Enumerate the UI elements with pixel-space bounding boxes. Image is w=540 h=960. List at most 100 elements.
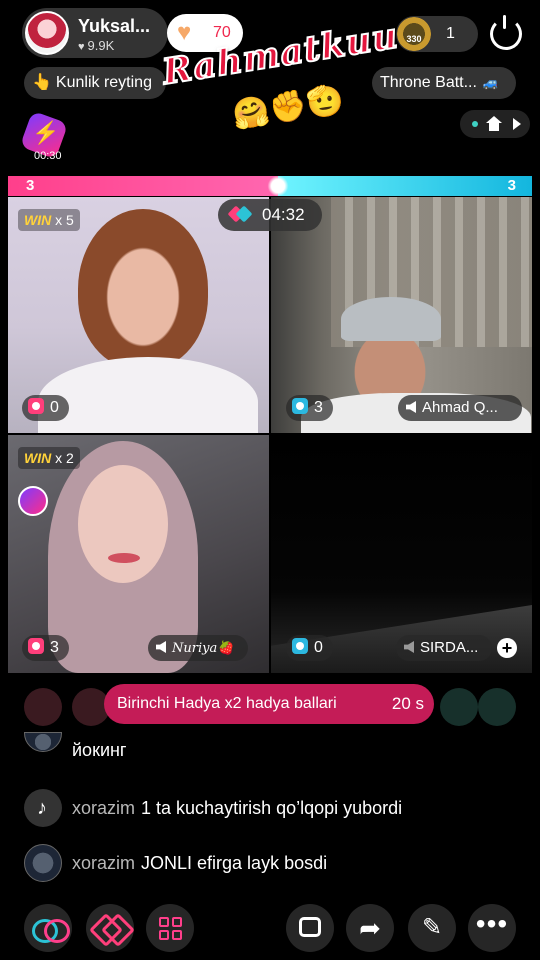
gift-icon [292, 398, 308, 414]
participant-lips [108, 553, 140, 563]
battle-spark-icon [267, 176, 289, 196]
chat-message: xorazim JONLI efirga layk bosdi [24, 844, 524, 884]
room-switch-button[interactable] [460, 110, 530, 138]
dot-icon [472, 121, 478, 127]
gift-count: 0 [314, 639, 323, 656]
host-likes-count: 9.9K [87, 38, 115, 53]
share-icon: ➦ [359, 913, 381, 943]
chat-text: xorazim 1 ta kuchaytirish qo’lqopi yubord… [72, 798, 402, 819]
chat-body: JONLI efirga layk bosdi [141, 853, 328, 873]
seat-icon[interactable] [478, 688, 516, 726]
heart-icon: ♥ [177, 19, 192, 46]
chat-message: йокинг [24, 732, 524, 772]
gift-icon [292, 638, 308, 654]
host-name: Yuksal... [78, 16, 151, 36]
pointing-hand-icon: 👆 [32, 74, 52, 91]
chat-body: 1 ta kuchaytirish qo’lqopi yubordi [141, 798, 403, 818]
battle-bar-left [8, 176, 278, 196]
score-right: 3 [507, 177, 516, 194]
chat-username[interactable]: xorazim [72, 798, 135, 818]
gift-icon [28, 638, 44, 654]
gift-icon [28, 398, 44, 414]
participant-name: Ahmad Q... [422, 399, 498, 416]
win-multiplier: x 5 [55, 212, 74, 228]
chat-username[interactable]: xorazim [72, 853, 135, 873]
promo-timer: 00:30 [34, 150, 62, 162]
win-label: WIN [24, 450, 52, 466]
participant-name: SIRDA... [420, 639, 479, 656]
speaker-icon [156, 641, 166, 653]
throne-battle-button[interactable]: Throne Batt... 🚙 [372, 67, 516, 99]
battle-score-bar: 3 3 [8, 176, 532, 196]
apps-icon [159, 917, 182, 940]
promo-button[interactable]: ⚡ 00:30 [19, 110, 70, 164]
play-icon [513, 118, 521, 130]
battle-timer: 04:32 [218, 199, 322, 231]
battle-button[interactable] [86, 904, 134, 952]
battle-timer-text: 04:32 [262, 205, 305, 224]
lightning-icon: ⚡ [32, 120, 60, 145]
daily-rating-button[interactable]: 👆 Kunlik reyting [24, 67, 166, 99]
win-label: WIN [24, 212, 52, 228]
tiktok-icon: ♪ [24, 789, 62, 827]
top-viewer-avatar[interactable]: 330 [397, 17, 431, 51]
share-button[interactable]: ➦ [346, 904, 394, 952]
seat-icon[interactable] [24, 688, 62, 726]
muted-speaker-icon [404, 641, 414, 653]
more-icon: ••• [475, 908, 509, 939]
gift-count-badge[interactable]: 3 [286, 395, 333, 421]
gift-count-badge[interactable]: 0 [22, 395, 69, 421]
gift-bonus-countdown: 20 s [391, 694, 424, 713]
participant-name: Nuriya🍓 [172, 641, 234, 656]
chat-text: xorazim JONLI efirga layk bosdi [72, 853, 327, 874]
comment-button[interactable] [286, 904, 334, 952]
car-icon: 🚙 [478, 75, 499, 90]
participant-name-pill[interactable]: Nuriya🍓 [148, 635, 248, 661]
host-avatar[interactable] [25, 11, 69, 55]
score-left: 3 [26, 177, 35, 194]
favorite-count: 70 [213, 24, 231, 41]
win-streak-badge: WIN x 5 [18, 209, 80, 231]
host-profile-pill[interactable]: Yuksal... ♥ 9.9K [22, 8, 168, 58]
gift-bonus-banner[interactable]: Birinchi Hadya x2 hadya ballari 20 s [104, 684, 434, 724]
viewer-count: 1 [446, 25, 455, 42]
magic-wand-icon: ✎ [421, 914, 443, 941]
participant-name-pill[interactable]: Ahmad Q... [398, 395, 522, 421]
gift-count-badge[interactable]: 3 [22, 635, 69, 661]
link-button[interactable] [24, 904, 72, 952]
participant-shirt [38, 357, 258, 433]
viewer-pill[interactable]: 330 1 [396, 16, 478, 52]
win-multiplier: x 2 [55, 450, 74, 466]
participant-video [78, 209, 208, 369]
more-button[interactable]: ••• [468, 904, 516, 952]
gift-bonus-text: Birinchi Hadya x2 hadya ballari [117, 695, 337, 712]
sticker-emoji: 🤗✊🫡 [230, 82, 346, 133]
battle-bar-right [278, 176, 532, 196]
chat-text: йокинг [72, 740, 127, 760]
effects-button[interactable]: ✎ [408, 904, 456, 952]
host-likes: ♥ 9.9K [78, 38, 114, 53]
participant-name-pill[interactable]: SIRDA... [396, 635, 492, 661]
win-streak-badge: WIN x 2 [18, 447, 80, 469]
power-icon[interactable] [490, 15, 522, 50]
chat-message: ♪ xorazim 1 ta kuchaytirish qo’lqopi yubo… [24, 789, 524, 829]
music-note-icon: ♪ [37, 797, 47, 819]
participant-avatar[interactable] [18, 486, 48, 516]
battle-icon [230, 208, 248, 222]
home-icon [486, 116, 502, 132]
user-avatar[interactable] [24, 844, 62, 882]
gift-count: 3 [50, 639, 59, 656]
throne-battle-label: Throne Batt... [380, 74, 477, 91]
user-avatar[interactable] [24, 732, 62, 752]
daily-rating-label: Kunlik reyting [55, 74, 152, 91]
participant-face [78, 465, 168, 583]
speaker-icon [406, 401, 416, 413]
add-icon[interactable]: + [497, 638, 517, 658]
gift-count: 0 [50, 399, 59, 416]
seat-icon[interactable] [440, 688, 478, 726]
gift-count-badge[interactable]: 0 [286, 635, 333, 661]
heart-icon: ♥ [78, 41, 85, 53]
gift-count: 3 [314, 399, 323, 416]
participant-cap [341, 297, 441, 341]
apps-button[interactable] [146, 904, 194, 952]
